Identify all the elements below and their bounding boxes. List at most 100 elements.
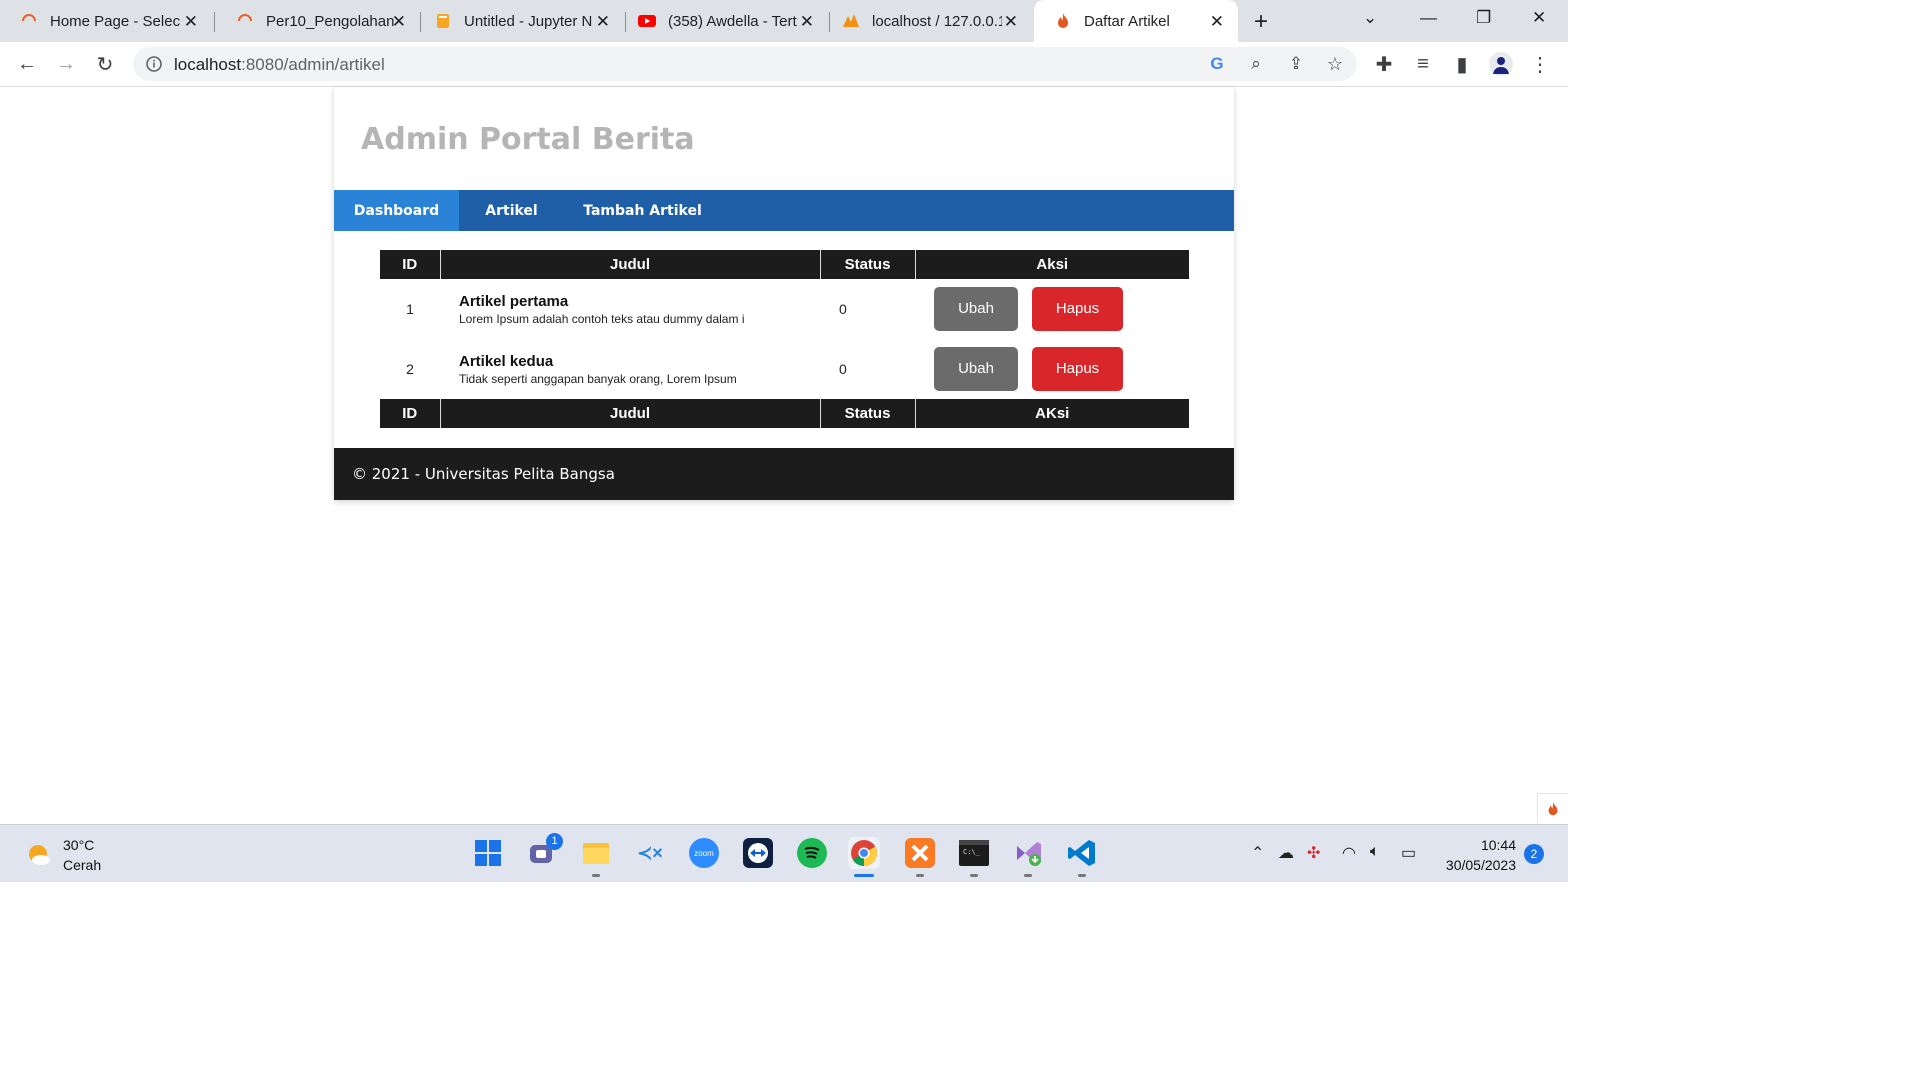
vscode-remote-icon[interactable]: ≺× — [634, 837, 666, 869]
main-nav: Dashboard Artikel Tambah Artikel — [334, 190, 1234, 231]
close-icon[interactable]: ✕ — [800, 12, 814, 32]
minimize-icon[interactable]: — — [1420, 8, 1437, 28]
system-clock[interactable]: 10:44 30/05/2023 — [1436, 835, 1516, 875]
edit-button[interactable]: Ubah — [934, 287, 1018, 331]
footer-id: ID — [380, 399, 440, 428]
svg-text:C:\_: C:\_ — [963, 848, 981, 856]
site-footer: © 2021 - Universitas Pelita Bangsa — [334, 448, 1234, 500]
running-indicator — [1078, 874, 1086, 877]
nav-dashboard[interactable]: Dashboard — [334, 190, 459, 231]
window-close-icon[interactable]: ✕ — [1532, 8, 1546, 28]
browser-tab-strip: Home Page - Select ✕ Per10_Pengolahan C … — [0, 0, 1568, 42]
youtube-icon — [638, 15, 656, 27]
antivirus-tray-icon[interactable]: ✣ — [1307, 843, 1320, 863]
chrome-icon[interactable] — [848, 837, 880, 877]
header-status: Status — [819, 250, 915, 279]
onedrive-cloud-icon[interactable]: ☁ — [1278, 843, 1294, 863]
edit-button[interactable]: Ubah — [934, 347, 1018, 391]
new-tab-icon[interactable]: + — [1254, 8, 1268, 36]
file-explorer-icon[interactable] — [580, 837, 612, 877]
header-id: ID — [380, 250, 440, 279]
tab-title: localhost / 127.0.0.1 — [872, 12, 1002, 30]
table-footer-row: ID Judul Status AKsi — [380, 399, 1189, 428]
svg-text:zoom: zoom — [694, 849, 714, 858]
browser-tab[interactable]: Untitled - Jupyter N ✕ — [414, 0, 624, 42]
vscode-icon[interactable] — [1066, 837, 1098, 877]
menu-kebab-icon[interactable]: ⋮ — [1527, 51, 1553, 77]
clock-time: 10:44 — [1480, 837, 1516, 853]
close-icon[interactable]: ✕ — [1210, 12, 1224, 32]
article-excerpt: Lorem Ipsum adalah contoh teks atau dumm… — [459, 311, 745, 326]
close-icon[interactable]: ✕ — [184, 12, 198, 32]
footer-judul: Judul — [439, 399, 820, 428]
loading-spinner-icon — [238, 14, 252, 22]
tab-title: Per10_Pengolahan C — [266, 12, 396, 30]
google-icon[interactable]: G — [1204, 51, 1230, 77]
active-indicator — [854, 874, 874, 877]
tab-title: Home Page - Select — [50, 12, 180, 30]
close-icon[interactable]: ✕ — [1004, 12, 1018, 32]
teams-chat-icon[interactable]: 1 — [526, 833, 563, 869]
running-indicator — [970, 874, 978, 877]
extensions-icon[interactable]: ✚ — [1371, 51, 1397, 77]
browser-tab-active[interactable]: Daftar Artikel ✕ — [1034, 0, 1238, 42]
visual-studio-installer-icon[interactable] — [1012, 837, 1044, 877]
article-title: Artikel kedua — [459, 352, 554, 370]
weather-desc: Cerah — [63, 857, 102, 873]
volume-icon[interactable]: 🔈︎ — [1370, 843, 1380, 861]
row-id: 2 — [406, 361, 414, 377]
forward-icon[interactable]: → — [53, 51, 79, 77]
xampp-icon[interactable] — [904, 837, 936, 877]
teamviewer-icon[interactable] — [742, 837, 774, 869]
battery-icon[interactable]: ▭ — [1401, 843, 1416, 863]
zoom-app-icon[interactable]: zoom — [688, 837, 720, 869]
notification-badge[interactable]: 2 — [1524, 844, 1544, 864]
terminal-icon[interactable]: C:\_ — [958, 837, 990, 877]
article-table: ID Judul Status Aksi 1 Artikel pertama L… — [380, 250, 1189, 428]
header-aksi: Aksi — [914, 250, 1189, 279]
side-panel-icon[interactable]: ▮ — [1449, 51, 1475, 77]
row-actions: Ubah Hapus — [915, 279, 1189, 339]
table-header-row: ID Judul Status Aksi — [380, 250, 1189, 279]
share-icon[interactable]: ⇪ — [1283, 51, 1309, 77]
row-status: 0 — [839, 361, 847, 377]
phpmyadmin-icon — [843, 14, 859, 27]
zoom-icon[interactable]: ⌕ — [1243, 51, 1269, 77]
delete-button[interactable]: Hapus — [1032, 347, 1123, 391]
tab-title: Daftar Artikel — [1084, 12, 1170, 30]
header-judul: Judul — [439, 250, 820, 279]
nav-artikel[interactable]: Artikel — [459, 190, 564, 231]
footer-aksi: AKsi — [914, 399, 1189, 428]
spotify-icon[interactable] — [796, 837, 828, 869]
tray-chevron-up-icon[interactable]: ⌃ — [1251, 843, 1264, 863]
nav-tambah-artikel[interactable]: Tambah Artikel — [564, 190, 721, 231]
row-actions: Ubah Hapus — [915, 339, 1189, 399]
footer-status: Status — [819, 399, 915, 428]
info-icon[interactable] — [145, 55, 163, 73]
close-icon[interactable]: ✕ — [596, 12, 610, 32]
delete-button[interactable]: Hapus — [1032, 287, 1123, 331]
browser-tab[interactable]: Per10_Pengolahan C ✕ — [216, 0, 420, 42]
bookmark-star-icon[interactable]: ☆ — [1322, 51, 1348, 77]
article-title: Artikel pertama — [459, 292, 569, 310]
wifi-icon[interactable]: ◠ — [1342, 843, 1356, 863]
browser-tab[interactable]: Home Page - Select ✕ — [0, 0, 212, 42]
tab-title: (358) Awdella - Tert — [668, 12, 797, 30]
browser-tab[interactable]: (358) Awdella - Tert ✕ — [618, 0, 828, 42]
row-id: 1 — [406, 301, 414, 317]
back-icon[interactable]: ← — [14, 51, 40, 77]
address-bar[interactable]: localhost:8080/admin/artikel G ⌕ ⇪ ☆ — [133, 47, 1357, 81]
row-judul: Artikel kedua Tidak seperti anggapan ban… — [440, 339, 820, 399]
restore-icon[interactable]: ❐ — [1476, 8, 1491, 28]
close-icon[interactable]: ✕ — [392, 12, 406, 32]
url-host: localhost — [174, 55, 242, 74]
media-control-icon[interactable]: ≡ — [1410, 51, 1436, 77]
debug-toolbar-flame-icon[interactable] — [1537, 793, 1568, 823]
tab-search-icon[interactable]: ⌄ — [1363, 8, 1377, 28]
start-windows-icon[interactable] — [472, 837, 504, 869]
reload-icon[interactable]: ↻ — [92, 51, 118, 77]
browser-tab[interactable]: localhost / 127.0.0.1 ✕ — [822, 0, 1032, 42]
url-text: localhost:8080/admin/artikel — [174, 55, 385, 75]
profile-avatar-icon[interactable] — [1488, 51, 1514, 77]
weather-widget[interactable]: 30°C Cerah — [25, 835, 101, 875]
